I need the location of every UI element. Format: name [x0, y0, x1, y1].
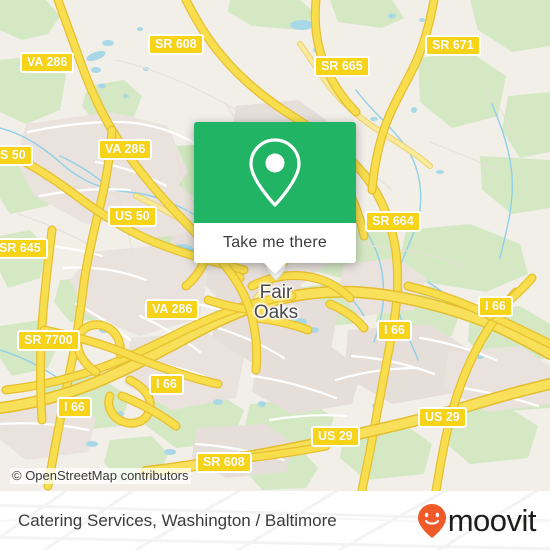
- shield-sr-608-south: SR 608: [196, 452, 252, 473]
- footer-bar: Catering Services, Washington / Baltimor…: [0, 491, 550, 550]
- place-label-fair-oaks: Fair Oaks: [253, 282, 299, 323]
- moovit-map-screenshot: .land{fill:#f2efe9;} .green{fill:#d4e8c4…: [0, 0, 550, 550]
- page-title: Catering Services, Washington / Baltimor…: [18, 510, 337, 530]
- shield-sr-645: SR 645: [0, 238, 48, 259]
- shield-i-66-mid: I 66: [377, 320, 412, 341]
- map-viewport[interactable]: .land{fill:#f2efe9;} .green{fill:#d4e8c4…: [0, 0, 550, 491]
- shield-us-50-left: S 50: [0, 145, 33, 166]
- callout-tail: [264, 263, 286, 274]
- shield-us-29-right: US 29: [418, 407, 467, 428]
- shield-sr-7700: SR 7700: [17, 330, 80, 351]
- shield-va-286-north: VA 286: [20, 52, 75, 73]
- shield-sr-608-north: SR 608: [148, 34, 204, 55]
- moovit-wordmark: moovit: [447, 503, 537, 538]
- shield-sr-665: SR 665: [314, 56, 370, 77]
- shield-sr-664: SR 664: [365, 211, 421, 232]
- shield-sr-671: SR 671: [425, 35, 481, 56]
- location-pin-icon: [249, 137, 301, 207]
- moovit-brand[interactable]: moovit: [417, 503, 537, 539]
- moovit-smiley-pin-icon: [417, 503, 446, 538]
- shield-us-50: US 50: [108, 206, 157, 227]
- shield-i-66-inner: I 66: [149, 374, 184, 395]
- callout-pin-panel: [194, 122, 356, 223]
- shield-i-66-left: I 66: [57, 397, 92, 418]
- take-me-there-label: Take me there: [223, 234, 327, 251]
- shield-us-29: US 29: [311, 426, 360, 447]
- take-me-there-callout[interactable]: Take me there: [194, 122, 356, 274]
- shield-va-286-mid: VA 286: [98, 139, 153, 160]
- shield-va-286-south: VA 286: [145, 299, 200, 320]
- osm-attribution[interactable]: © OpenStreetMap contributors: [10, 468, 191, 484]
- callout-action-bar[interactable]: Take me there: [194, 223, 356, 274]
- shield-i-66-right: I 66: [478, 296, 513, 317]
